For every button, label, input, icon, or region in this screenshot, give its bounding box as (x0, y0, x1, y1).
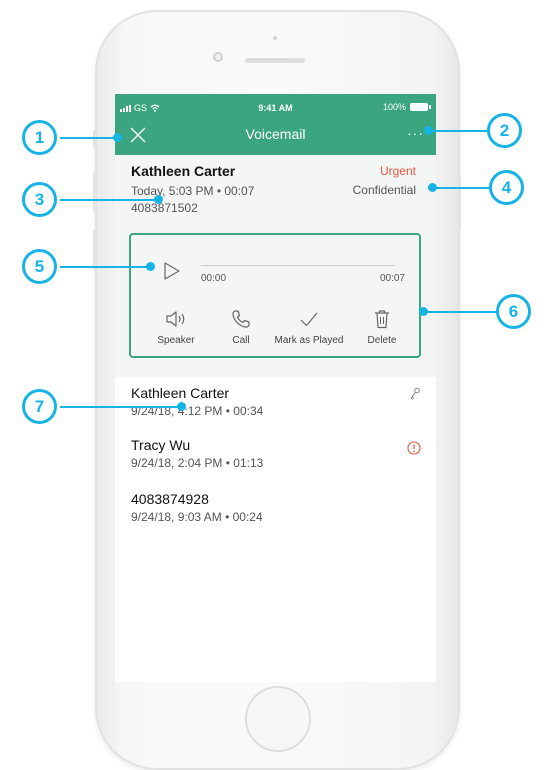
callout-2-leader (428, 130, 490, 132)
callout-6-dot (419, 307, 428, 316)
speaker-label: Speaker (157, 335, 195, 346)
trash-icon (375, 310, 389, 329)
urgent-alert-icon (407, 441, 421, 455)
list-item[interactable]: 4083874928 9/24/18, 9:03 AM • 00:24 (131, 491, 421, 524)
callout-4-leader (432, 187, 492, 189)
speaker-button[interactable]: Speaker (151, 309, 201, 346)
battery-indicator: 100% (382, 102, 431, 112)
status-bar: GS 9:41 AM 100% (115, 94, 436, 120)
phone-sensor (273, 36, 277, 40)
earpiece-speaker (245, 58, 305, 63)
callout-5-dot (146, 262, 155, 271)
playback-track[interactable] (201, 265, 395, 266)
speaker-icon (166, 311, 185, 327)
callout-1-dot (113, 133, 122, 142)
list-item-meta: 9/24/18, 9:03 AM • 00:24 (131, 510, 263, 524)
callout-4-dot (428, 183, 437, 192)
caller-number: 4083871502 (131, 201, 198, 215)
play-icon[interactable] (163, 261, 181, 281)
callout-5: 5 (22, 249, 57, 284)
callout-7: 7 (22, 389, 57, 424)
list-item-name: 4083874928 (131, 491, 209, 507)
phone-side-button-volume-down (93, 230, 96, 270)
urgent-badge: Urgent (379, 164, 416, 178)
key-icon (410, 387, 420, 400)
callout-6: 6 (496, 294, 531, 329)
caller-name: Kathleen Carter (131, 163, 236, 179)
battery-percent: 100% (382, 102, 406, 112)
callout-3-leader (60, 199, 158, 201)
phone-side-button-power (458, 175, 461, 230)
playback-elapsed: 00:00 (201, 273, 227, 284)
callout-7-leader (60, 406, 182, 408)
app-header: GS 9:41 AM 100% Voicemail ··· (115, 94, 436, 155)
checkmark-icon (300, 312, 318, 327)
phone-icon (232, 310, 250, 328)
callout-5-leader (60, 266, 150, 268)
list-item-name: Kathleen Carter (131, 385, 230, 401)
voicemail-datetime-duration: Today, 5:03 PM • 00:07 (131, 184, 255, 198)
more-options-button[interactable]: ··· (407, 126, 424, 140)
callout-4: 4 (489, 170, 524, 205)
mark-as-played-label: Mark as Played (274, 335, 344, 346)
phone-side-button-volume-up (93, 172, 96, 212)
delete-button[interactable]: Delete (357, 309, 407, 346)
delete-label: Delete (367, 335, 397, 346)
screen: GS 9:41 AM 100% Voicemail ··· Kathleen C… (115, 94, 436, 682)
callout-2-dot (424, 126, 433, 135)
mark-as-played-button[interactable]: Mark as Played (269, 309, 349, 346)
home-button[interactable] (245, 686, 311, 752)
battery-icon (410, 103, 431, 111)
callout-2: 2 (487, 113, 522, 148)
callout-7-dot (177, 402, 186, 411)
call-button[interactable]: Call (219, 309, 263, 346)
phone-side-button-mute (93, 130, 96, 148)
call-label: Call (232, 335, 250, 346)
list-item[interactable]: Kathleen Carter 9/24/18, 4:12 PM • 00:34 (131, 385, 421, 418)
front-camera (213, 52, 223, 62)
callout-1: 1 (22, 120, 57, 155)
playback-duration: 00:07 (379, 273, 405, 284)
callout-6-leader (424, 311, 498, 313)
list-item[interactable]: Tracy Wu 9/24/18, 2:04 PM • 01:13 (131, 437, 421, 470)
page-title: Voicemail (245, 126, 306, 142)
confidential-badge: Confidential (352, 183, 416, 197)
callout-3-dot (154, 195, 163, 204)
list-item-meta: 9/24/18, 2:04 PM • 01:13 (131, 456, 264, 470)
list-item-name: Tracy Wu (131, 437, 191, 453)
callout-1-leader (60, 137, 118, 139)
voicemail-player: 00:00 00:07 Speaker Call Mark as Played … (129, 233, 421, 358)
callout-3: 3 (22, 182, 57, 217)
voicemail-detail: Kathleen Carter Today, 5:03 PM • 00:07 4… (115, 155, 436, 377)
